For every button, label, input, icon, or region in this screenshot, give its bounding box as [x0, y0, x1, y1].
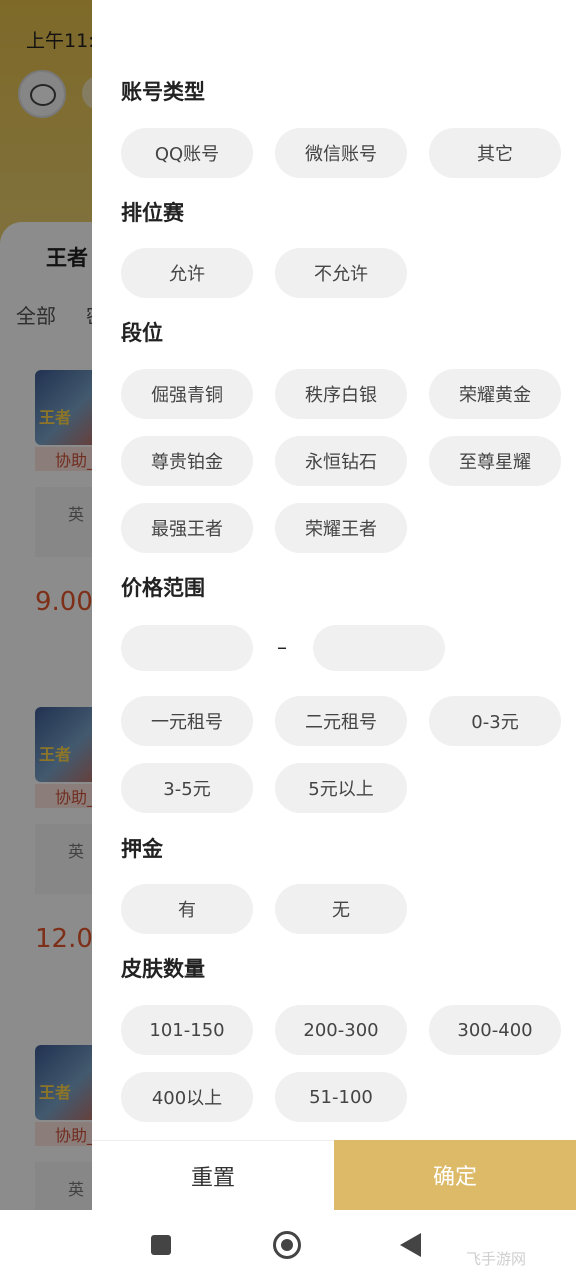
back-triangle-icon[interactable]	[400, 1233, 421, 1257]
chip-skins-101-150[interactable]: 101-150	[121, 1005, 253, 1055]
price-min-input[interactable]	[121, 625, 253, 671]
section-title-skins: 皮肤数量	[121, 957, 205, 981]
chip-price-3-5[interactable]: 3-5元	[121, 763, 253, 813]
section-title-account-type: 账号类型	[121, 80, 205, 104]
chip-skins-400-plus[interactable]: 400以上	[121, 1072, 253, 1122]
section-title-rank: 段位	[121, 321, 163, 345]
system-nav-bar: 飞手游网	[0, 1210, 576, 1280]
chip-wechat-account[interactable]: 微信账号	[275, 128, 407, 178]
drawer-footer: 重置 确定	[92, 1140, 576, 1210]
chip-rank-silver[interactable]: 秩序白银	[275, 369, 407, 419]
price-range-separator: –	[277, 635, 287, 659]
confirm-button[interactable]: 确定	[334, 1140, 576, 1210]
section-title-price: 价格范围	[121, 576, 205, 600]
chip-qq-account[interactable]: QQ账号	[121, 128, 253, 178]
filter-drawer: 账号类型 QQ账号 微信账号 其它 排位赛 允许 不允许 段位 倔强青铜 秩序白…	[92, 0, 576, 1210]
chip-deposit-yes[interactable]: 有	[121, 884, 253, 934]
chip-ranked-allowed[interactable]: 允许	[121, 248, 253, 298]
section-title-ranked: 排位赛	[121, 201, 184, 225]
chip-deposit-no[interactable]: 无	[275, 884, 407, 934]
reset-button[interactable]: 重置	[92, 1140, 334, 1210]
chip-skins-300-400[interactable]: 300-400	[429, 1005, 561, 1055]
chip-price-0-3[interactable]: 0-3元	[429, 696, 561, 746]
chip-skins-51-100[interactable]: 51-100	[275, 1072, 407, 1122]
chip-rank-platinum[interactable]: 尊贵铂金	[121, 436, 253, 486]
chip-price-5-plus[interactable]: 5元以上	[275, 763, 407, 813]
chip-rank-bronze[interactable]: 倔强青铜	[121, 369, 253, 419]
watermark-text: 飞手游网	[466, 1250, 527, 1268]
chip-skins-200-300[interactable]: 200-300	[275, 1005, 407, 1055]
chip-rank-diamond[interactable]: 永恒钻石	[275, 436, 407, 486]
recents-square-icon[interactable]	[151, 1235, 171, 1255]
chip-rank-strongest-king[interactable]: 最强王者	[121, 503, 253, 553]
price-max-input[interactable]	[313, 625, 445, 671]
chip-rank-star[interactable]: 至尊星耀	[429, 436, 561, 486]
chip-rank-gold[interactable]: 荣耀黄金	[429, 369, 561, 419]
chip-price-two-yuan[interactable]: 二元租号	[275, 696, 407, 746]
chip-price-one-yuan[interactable]: 一元租号	[121, 696, 253, 746]
chip-rank-glory-king[interactable]: 荣耀王者	[275, 503, 407, 553]
section-title-deposit: 押金	[121, 837, 163, 861]
home-circle-icon[interactable]	[273, 1231, 301, 1259]
chip-ranked-not-allowed[interactable]: 不允许	[275, 248, 407, 298]
chip-other-account[interactable]: 其它	[429, 128, 561, 178]
